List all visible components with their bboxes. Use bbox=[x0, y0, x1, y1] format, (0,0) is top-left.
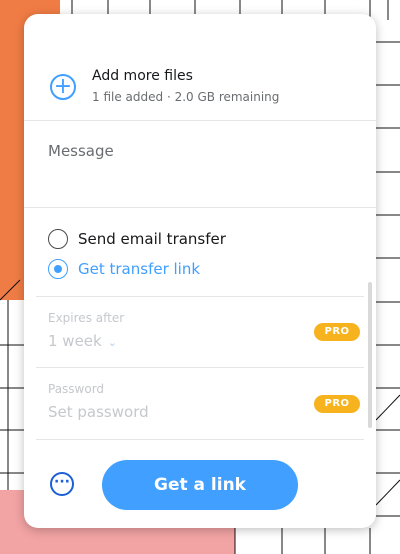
add-files-section[interactable]: + Add more files 1 file added · 2.0 GB r… bbox=[24, 14, 376, 121]
radio-dot bbox=[54, 265, 62, 273]
plus-circle-icon[interactable]: + bbox=[50, 74, 76, 100]
pro-badge: PRO bbox=[314, 395, 360, 413]
password-label: Password bbox=[48, 382, 105, 396]
message-field[interactable] bbox=[24, 121, 376, 208]
expires-value-wrapper[interactable]: 1 week ⌄ bbox=[48, 332, 117, 350]
expires-value: 1 week bbox=[48, 332, 102, 350]
radio-checked[interactable] bbox=[48, 259, 68, 279]
radio-label: Get transfer link bbox=[78, 260, 201, 278]
get-a-link-button[interactable]: Get a link bbox=[102, 460, 298, 510]
transfer-panel: + Add more files 1 file added · 2.0 GB r… bbox=[24, 14, 376, 528]
add-files-title: Add more files bbox=[92, 68, 193, 84]
radio-label: Send email transfer bbox=[78, 230, 226, 248]
password-placeholder: Set password bbox=[48, 403, 149, 421]
divider bbox=[36, 439, 364, 440]
message-placeholder: Message bbox=[48, 142, 114, 160]
pro-badge: PRO bbox=[314, 323, 360, 341]
chevron-down-icon: ⌄ bbox=[107, 336, 117, 349]
expires-label: Expires after bbox=[48, 311, 125, 325]
scrollbar[interactable] bbox=[368, 282, 372, 428]
add-files-subtitle: 1 file added · 2.0 GB remaining bbox=[92, 90, 280, 104]
password-field[interactable]: Password Set password PRO bbox=[36, 367, 364, 438]
ellipsis-circle-icon[interactable]: ··· bbox=[50, 472, 74, 496]
radio-unchecked[interactable] bbox=[48, 229, 68, 249]
expires-after-field[interactable]: Expires after 1 week ⌄ PRO bbox=[36, 296, 364, 367]
